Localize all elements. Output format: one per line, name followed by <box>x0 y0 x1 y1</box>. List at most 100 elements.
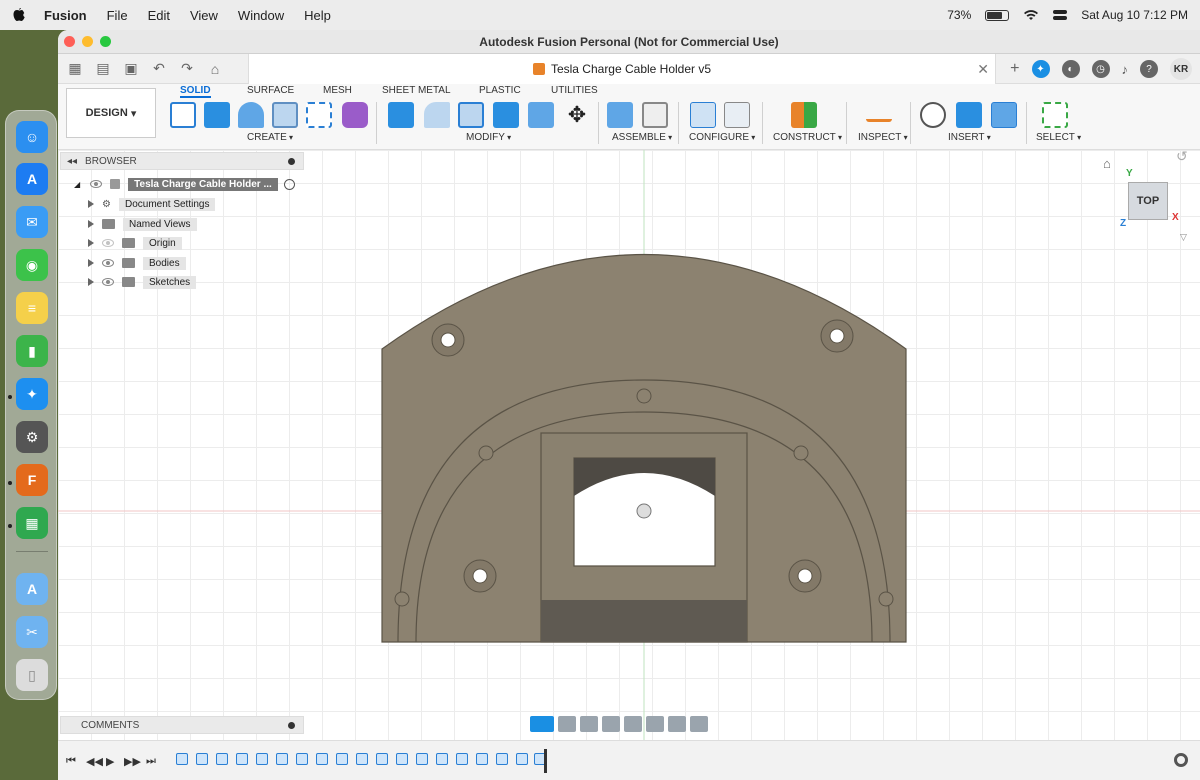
timeline-feature[interactable] <box>216 753 228 765</box>
visibility-eye-icon[interactable] <box>90 180 103 188</box>
app-store-icon[interactable]: A <box>16 163 48 195</box>
timeline-feature[interactable] <box>396 753 408 765</box>
model-canvas[interactable] <box>58 150 1200 740</box>
expand-icon[interactable] <box>88 200 94 208</box>
form-icon[interactable] <box>342 102 368 128</box>
timeline-feature[interactable] <box>176 753 188 765</box>
tab-mesh[interactable]: MESH <box>323 84 352 98</box>
viewports-icon[interactable] <box>690 716 708 732</box>
grid-apps-icon[interactable]: ▦ <box>64 58 86 80</box>
menu-window[interactable]: Window <box>238 8 284 23</box>
timeline-settings-gear-icon[interactable] <box>1174 753 1188 767</box>
timeline-feature[interactable] <box>456 753 468 765</box>
utilities-folder-icon[interactable]: ✂ <box>16 616 48 648</box>
group-configure[interactable]: CONFIGURE <box>689 132 755 143</box>
tab-solid[interactable]: SOLID <box>180 84 211 98</box>
group-select[interactable]: SELECT <box>1036 132 1081 143</box>
activate-radio-icon[interactable] <box>283 178 295 190</box>
insert-derive-icon[interactable] <box>920 102 946 128</box>
tree-root-label[interactable]: Tesla Charge Cable Holder ... <box>128 177 278 191</box>
tab-surface[interactable]: SURFACE <box>247 84 294 98</box>
save-icon[interactable]: ▣ <box>120 58 142 80</box>
comments-panel[interactable]: COMMENTS <box>60 716 304 734</box>
apple-icon[interactable] <box>12 7 26 23</box>
3d-viewport[interactable] <box>58 150 1200 740</box>
safari-icon[interactable]: ✦ <box>16 378 48 410</box>
insert-canvas-icon[interactable] <box>991 102 1017 128</box>
visibility-eye-icon[interactable] <box>102 278 114 286</box>
zoom-window-icon[interactable] <box>624 716 642 732</box>
close-window-button[interactable] <box>64 36 75 47</box>
user-avatar[interactable]: KR <box>1170 58 1192 80</box>
joint-icon[interactable] <box>642 102 668 128</box>
group-construct[interactable]: CONSTRUCT <box>773 132 842 143</box>
group-inspect[interactable]: INSPECT <box>858 132 908 143</box>
look-at-icon[interactable] <box>558 716 576 732</box>
viewcube-face[interactable]: TOP <box>1137 195 1159 207</box>
tab-plastic[interactable]: PLASTIC <box>479 84 521 98</box>
display-settings-icon[interactable] <box>646 716 664 732</box>
measure-icon[interactable] <box>866 108 892 122</box>
menu-view[interactable]: View <box>190 8 218 23</box>
extrude-icon[interactable] <box>204 102 230 128</box>
timeline-feature[interactable] <box>196 753 208 765</box>
help-icon[interactable]: ? <box>1140 60 1158 78</box>
tree-item-document-settings[interactable]: ⚙ Document Settings <box>88 196 216 212</box>
configure-icon[interactable] <box>690 102 716 128</box>
new-tab-icon[interactable]: + <box>1010 60 1019 78</box>
pattern-icon[interactable] <box>306 102 332 128</box>
document-tab[interactable]: Tesla Charge Cable Holder v5 ✕ <box>248 54 996 84</box>
tree-item-bodies[interactable]: Bodies <box>88 255 186 271</box>
create-sketch-icon[interactable] <box>170 102 196 128</box>
tab-utilities[interactable]: UTILITIES <box>551 84 598 98</box>
timeline-feature[interactable] <box>436 753 448 765</box>
extensions-icon[interactable]: ✦ <box>1031 60 1050 78</box>
home-view-icon[interactable]: ⌂ <box>1103 156 1111 171</box>
revolve-icon[interactable] <box>238 102 264 128</box>
browser-pin-icon[interactable] <box>288 157 295 165</box>
tree-root[interactable]: ◢ Tesla Charge Cable Holder ... <box>74 176 295 192</box>
keynote-icon[interactable]: ▦ <box>16 507 48 539</box>
trash-icon[interactable]: ▯ <box>16 659 48 691</box>
zoom-icon[interactable] <box>602 716 620 732</box>
split-body-icon[interactable] <box>528 102 554 128</box>
timeline-prev-icon[interactable]: ◀◀ <box>86 755 103 768</box>
timeline-feature[interactable] <box>476 753 488 765</box>
select-box-icon[interactable] <box>1042 102 1068 128</box>
rotate-view-icon[interactable]: ↺ <box>1176 148 1188 165</box>
insert-mcmaster-icon[interactable] <box>956 102 982 128</box>
timeline-feature[interactable] <box>256 753 268 765</box>
press-pull-icon[interactable] <box>388 102 414 128</box>
hole-icon[interactable] <box>272 102 298 128</box>
comments-add-icon[interactable] <box>288 721 295 729</box>
numbers-icon[interactable]: ▮ <box>16 335 48 367</box>
applications-folder-icon[interactable]: A <box>16 573 48 605</box>
configuration-table-icon[interactable] <box>724 102 750 128</box>
expand-icon[interactable] <box>88 278 94 286</box>
shell-icon[interactable] <box>458 102 484 128</box>
expand-icon[interactable] <box>88 259 94 267</box>
timeline-play-icon[interactable]: ▶ <box>106 755 114 768</box>
expand-icon[interactable] <box>88 220 94 228</box>
timeline-feature[interactable] <box>516 753 528 765</box>
collapse-browser-icon[interactable]: ◂◂ <box>67 156 77 167</box>
orbit-icon[interactable] <box>530 716 554 732</box>
group-assemble[interactable]: ASSEMBLE <box>612 132 672 143</box>
offset-plane-icon[interactable] <box>791 102 817 128</box>
viewcube-menu-icon[interactable]: ▽ <box>1180 232 1187 243</box>
minimize-window-button[interactable] <box>82 36 93 47</box>
visibility-eye-icon[interactable] <box>102 259 114 267</box>
messages-icon[interactable]: ◉ <box>16 249 48 281</box>
new-component-icon[interactable] <box>607 102 633 128</box>
timeline-last-icon[interactable]: ⏭ <box>146 755 156 768</box>
menu-app-name[interactable]: Fusion <box>44 8 87 23</box>
tree-item-origin[interactable]: Origin <box>88 235 182 251</box>
home-icon[interactable]: ⌂ <box>204 58 226 80</box>
move-copy-icon[interactable]: ✥ <box>564 102 590 128</box>
fillet-icon[interactable] <box>424 102 450 128</box>
redo-icon[interactable]: ↷ <box>176 58 198 80</box>
fusion-dock-icon[interactable]: F <box>16 464 48 496</box>
notifications-icon[interactable]: ♪ <box>1122 62 1129 77</box>
tree-item-named-views[interactable]: Named Views <box>88 216 197 232</box>
grid-snaps-icon[interactable] <box>668 716 686 732</box>
